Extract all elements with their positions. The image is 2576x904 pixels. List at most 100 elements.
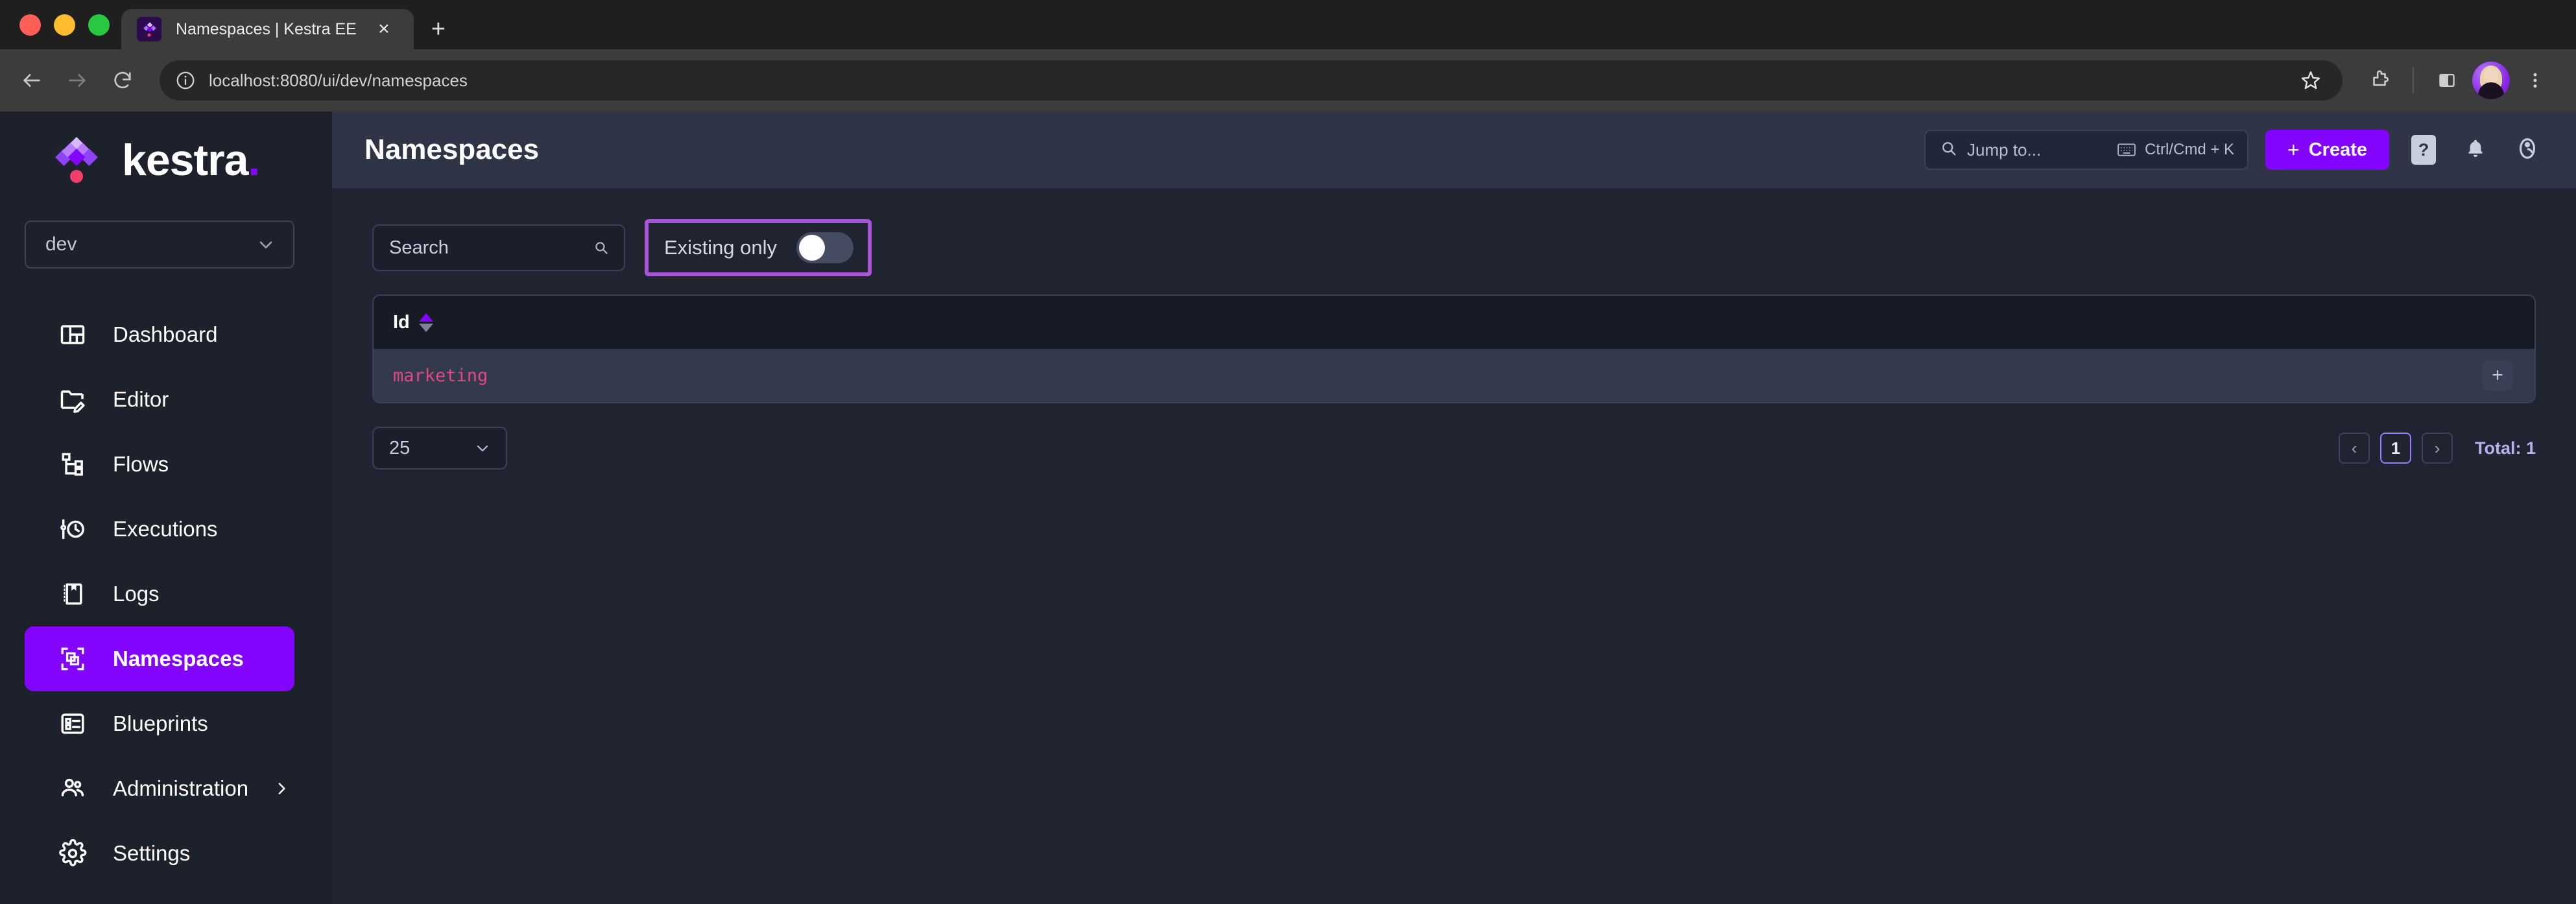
pagination-bar: 25 ‹ 1 › Total: 1 <box>372 427 2536 470</box>
kebab-menu-icon[interactable] <box>2515 60 2555 101</box>
back-arrow-icon[interactable] <box>12 60 52 101</box>
dashboard-icon <box>56 318 89 351</box>
window-traffic-lights <box>14 0 121 49</box>
namespace-selector-value: dev <box>45 233 77 255</box>
sidebar-item-executions[interactable]: Executions <box>25 497 294 562</box>
forward-arrow-icon[interactable] <box>57 60 97 101</box>
page-size-select[interactable]: 25 <box>372 427 507 470</box>
kestra-wordmark: kestra. <box>122 136 260 185</box>
search-icon <box>1940 139 1958 161</box>
page-title: Namespaces <box>364 134 540 165</box>
namespace-id-cell: marketing <box>393 365 488 386</box>
kestra-logo[interactable]: kestra. <box>0 112 332 209</box>
filters-bar: Search Existing only <box>372 215 2536 280</box>
reload-icon[interactable] <box>102 60 143 101</box>
sidebar: kestra. dev Dashboard Editor Flows Execu… <box>0 112 332 904</box>
help-button[interactable]: ? <box>2406 132 2441 167</box>
application: kestra. dev Dashboard Editor Flows Execu… <box>0 112 2576 904</box>
profile-avatar[interactable] <box>2472 62 2510 99</box>
create-button-label: Create <box>2308 139 2367 160</box>
sidebar-item-editor[interactable]: Editor <box>25 367 294 432</box>
sidebar-item-label: Settings <box>113 841 191 865</box>
sort-arrows-icon[interactable] <box>418 313 433 332</box>
account-button[interactable] <box>2510 132 2545 167</box>
browser-window: Namespaces | Kestra EE × + localhost:808… <box>0 0 2576 904</box>
sidebar-item-logs[interactable]: Logs <box>25 562 294 626</box>
tab-title: Namespaces | Kestra EE <box>176 19 357 38</box>
sort-descending-icon <box>418 323 433 332</box>
side-panel-icon[interactable] <box>2427 60 2467 101</box>
sidebar-item-label: Flows <box>113 452 169 476</box>
close-window-button[interactable] <box>19 14 41 36</box>
add-row-button[interactable]: + <box>2483 361 2512 390</box>
sidebar-item-label: Executions <box>113 517 218 541</box>
column-header-label: Id <box>393 311 410 333</box>
sidebar-item-flows[interactable]: Flows <box>25 432 294 497</box>
chevron-right-icon <box>272 779 291 798</box>
namespaces-table: Id marketing + <box>372 294 2536 403</box>
sidebar-item-blueprints[interactable]: Blueprints <box>25 691 294 756</box>
page-header: Namespaces Jump to... Ctrl/Cmd + K + Cre… <box>332 112 2576 188</box>
browser-tabstrip: Namespaces | Kestra EE × + <box>0 0 2576 49</box>
url-text: localhost:8080/ui/dev/namespaces <box>209 70 468 90</box>
chevron-down-icon <box>256 234 276 255</box>
existing-only-toggle[interactable] <box>796 232 854 263</box>
header-actions: Jump to... Ctrl/Cmd + K + Create ? <box>1924 130 2545 170</box>
sidebar-item-dashboard[interactable]: Dashboard <box>25 302 294 367</box>
total-count-label: Total: 1 <box>2475 438 2536 458</box>
bookmark-star-icon[interactable] <box>2291 69 2331 91</box>
browser-tab[interactable]: Namespaces | Kestra EE × <box>121 9 414 49</box>
timeline-clock-icon <box>56 512 89 546</box>
minimize-window-button[interactable] <box>54 14 75 36</box>
extensions-puzzle-icon[interactable] <box>2359 60 2400 101</box>
sidebar-item-namespaces[interactable]: Namespaces <box>25 626 294 691</box>
namespace-selector[interactable]: dev <box>25 220 294 268</box>
previous-page-button[interactable]: ‹ <box>2339 433 2370 464</box>
next-page-button[interactable]: › <box>2422 433 2453 464</box>
flows-topology-icon <box>56 447 89 481</box>
sort-ascending-icon <box>418 313 433 322</box>
search-icon <box>593 239 610 256</box>
jump-to-placeholder: Jump to... <box>1967 139 2042 160</box>
column-header-id[interactable]: Id <box>393 312 433 333</box>
sidebar-item-label: Editor <box>113 387 169 411</box>
page-number-button[interactable]: 1 <box>2380 433 2411 464</box>
browser-toolbar: localhost:8080/ui/dev/namespaces <box>0 49 2576 112</box>
notifications-button[interactable] <box>2458 132 2493 167</box>
bell-icon <box>2464 137 2487 163</box>
toolbar-divider <box>2413 67 2414 93</box>
sidebar-item-label: Dashboard <box>113 322 218 346</box>
sidebar-nav: Dashboard Editor Flows Executions Logs N… <box>0 302 332 886</box>
existing-only-label: Existing only <box>664 236 778 259</box>
main-area: Namespaces Jump to... Ctrl/Cmd + K + Cre… <box>332 112 2576 904</box>
sidebar-item-label: Namespaces <box>113 647 244 671</box>
card-list-icon <box>56 707 89 741</box>
new-tab-button[interactable]: + <box>414 9 463 49</box>
account-circle-icon <box>2515 136 2540 164</box>
page-content: Search Existing only Id marketing + 25 ‹… <box>332 188 2576 904</box>
search-input[interactable]: Search <box>372 224 625 271</box>
sidebar-item-settings[interactable]: Settings <box>25 821 294 886</box>
search-placeholder: Search <box>389 237 449 258</box>
close-tab-button[interactable]: × <box>371 19 397 39</box>
sidebar-item-label: Blueprints <box>113 711 208 735</box>
kestra-logo-icon <box>45 129 105 192</box>
pagination-controls: ‹ 1 › Total: 1 <box>2339 433 2536 464</box>
sidebar-item-label: Logs <box>113 582 160 606</box>
create-button[interactable]: + Create <box>2265 130 2389 170</box>
jump-to-shortcut: Ctrl/Cmd + K <box>2145 141 2235 158</box>
toggle-knob <box>799 235 826 261</box>
plus-icon: + <box>2287 138 2300 161</box>
keyboard-icon <box>2117 142 2136 158</box>
help-icon: ? <box>2411 135 2436 165</box>
jump-to-search[interactable]: Jump to... Ctrl/Cmd + K <box>1924 130 2249 170</box>
address-bar[interactable]: localhost:8080/ui/dev/namespaces <box>160 60 2343 101</box>
kestra-logo-icon <box>137 17 161 42</box>
existing-only-highlight: Existing only <box>645 219 872 276</box>
table-row[interactable]: marketing + <box>374 349 2534 402</box>
book-icon <box>56 577 89 611</box>
info-circle-icon[interactable] <box>175 70 196 91</box>
account-group-icon <box>56 772 89 805</box>
maximize-window-button[interactable] <box>88 14 110 36</box>
sidebar-item-administration[interactable]: Administration <box>25 756 294 821</box>
